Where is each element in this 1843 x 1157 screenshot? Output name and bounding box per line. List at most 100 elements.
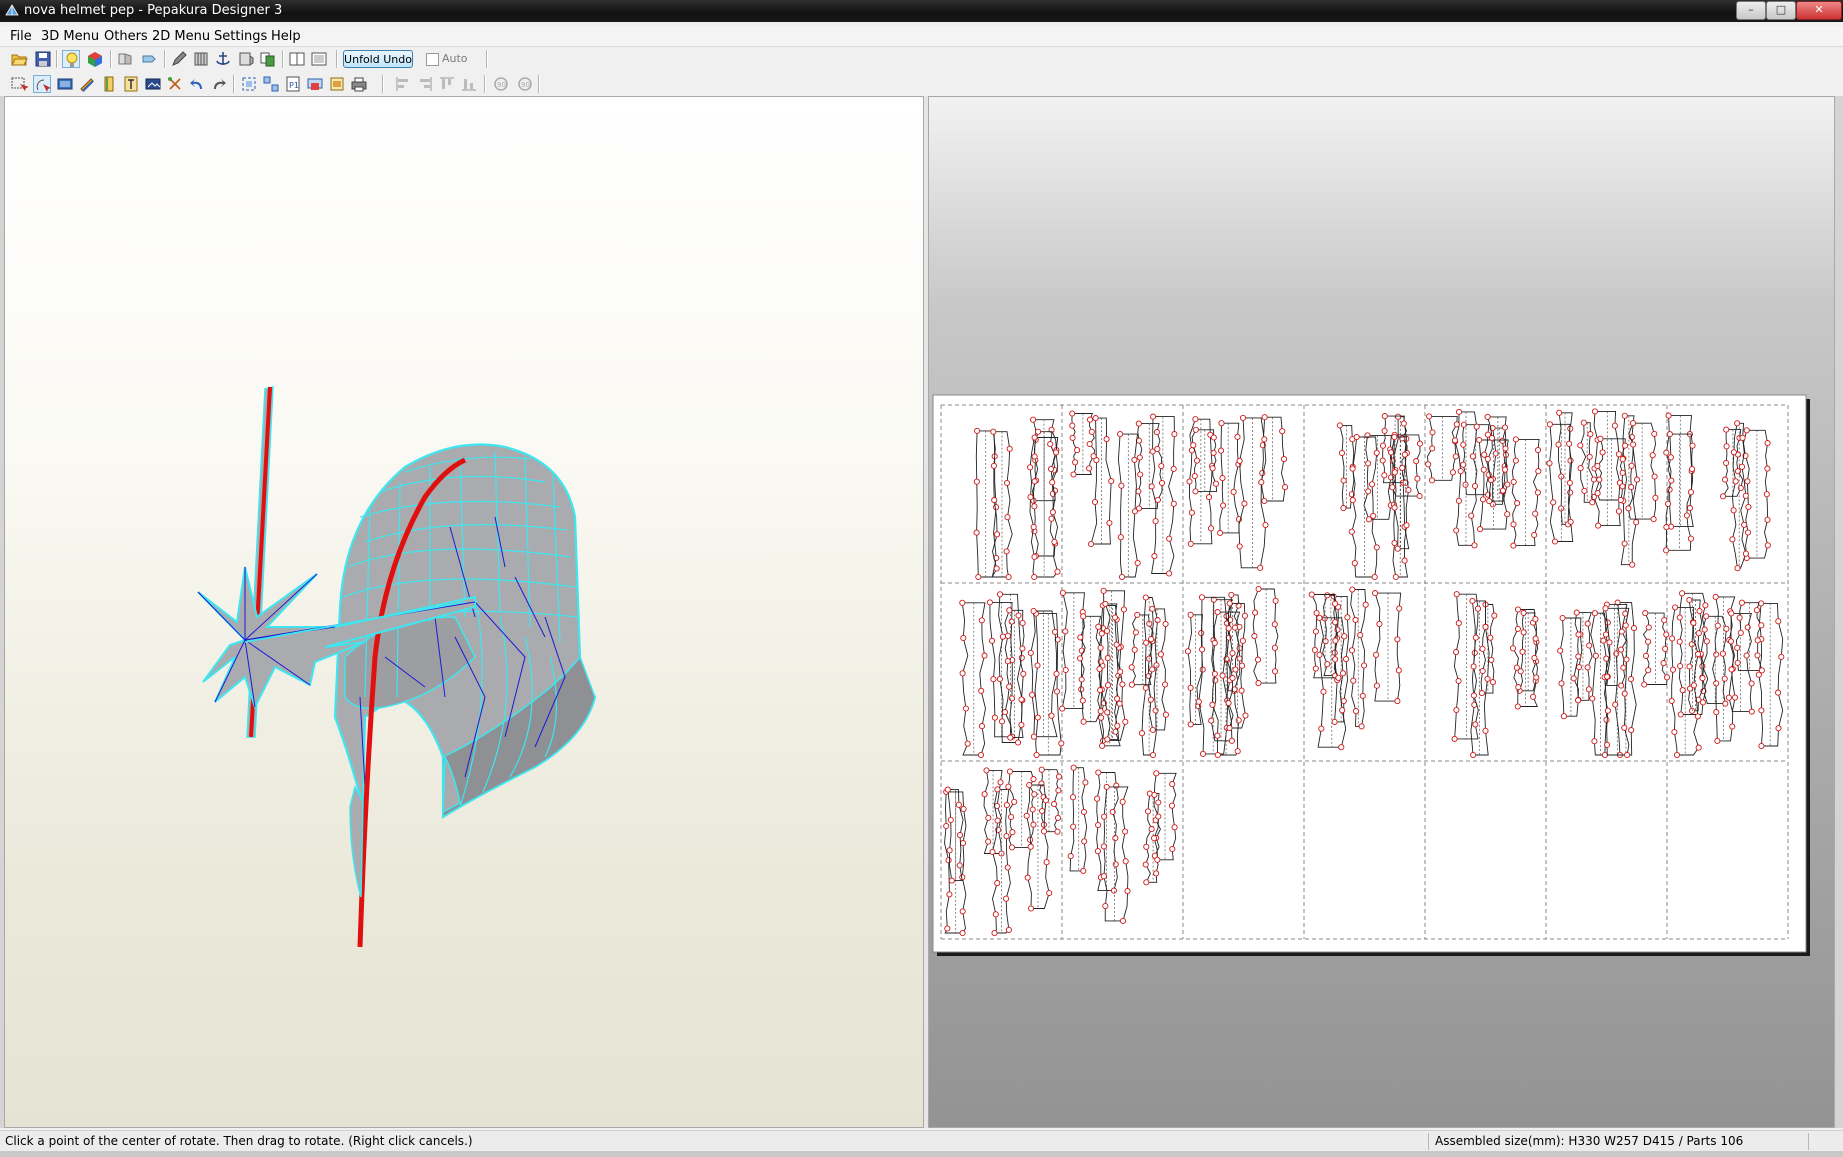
edge-marker	[1217, 447, 1225, 454]
join-icon[interactable]	[192, 50, 210, 68]
page-icon[interactable]: P1	[284, 75, 302, 93]
edge-marker	[1623, 656, 1630, 663]
settings-print-icon[interactable]	[328, 75, 346, 93]
menu-others[interactable]: Others	[104, 29, 148, 44]
image-icon[interactable]	[144, 75, 162, 93]
helmet-3d-model[interactable]	[5, 97, 923, 1127]
3d-view[interactable]	[4, 96, 924, 1128]
print-area-icon[interactable]	[306, 75, 324, 93]
edge-marker	[1080, 613, 1087, 620]
edge-marker	[1414, 475, 1421, 482]
edge-marker	[1048, 515, 1055, 522]
edge-marker	[1714, 622, 1721, 629]
edge-marker	[1090, 453, 1097, 460]
align-center-icon[interactable]	[416, 75, 434, 93]
edge-marker	[1118, 573, 1126, 581]
pencil-icon[interactable]	[170, 50, 188, 68]
menu-settings[interactable]: Settings	[214, 29, 267, 44]
flap-icon[interactable]	[236, 50, 254, 68]
save-icon[interactable]	[34, 50, 52, 68]
texture-cube-icon[interactable]	[86, 50, 104, 68]
single-pane-icon[interactable]	[288, 50, 306, 68]
printer-icon[interactable]	[350, 75, 368, 93]
edge-marker	[1114, 695, 1121, 702]
edge-marker	[1340, 697, 1347, 705]
edge-marker	[1348, 528, 1355, 535]
maximize-button[interactable]: □	[1766, 1, 1796, 20]
minimize-button[interactable]: –	[1736, 1, 1766, 20]
rotate-cw-icon[interactable]: 90	[516, 75, 534, 93]
menu-help[interactable]: Help	[271, 29, 301, 44]
redo-arrow-icon[interactable]	[210, 75, 228, 93]
menu-2d[interactable]: 2D Menu	[152, 29, 210, 44]
edge-marker	[1153, 662, 1160, 669]
edge-marker	[1271, 668, 1279, 675]
flap-toggle-icon[interactable]	[100, 75, 118, 93]
edge-marker	[1067, 853, 1074, 860]
edge-marker	[1689, 442, 1696, 449]
move-icon[interactable]	[56, 75, 74, 93]
edge-marker	[1748, 708, 1755, 715]
layout-icon[interactable]	[258, 50, 276, 68]
unfold-undo-button[interactable]: Unfold Undo	[343, 50, 413, 68]
edge-marker	[986, 599, 993, 606]
edge-marker	[1114, 722, 1121, 729]
edge-marker	[1102, 600, 1109, 607]
edge-marker	[1100, 873, 1107, 880]
edge-marker	[1153, 870, 1160, 877]
edge-marker	[1069, 422, 1076, 429]
refresh-icon[interactable]	[140, 50, 158, 68]
2d-view[interactable]	[928, 96, 1835, 1128]
align-top-icon[interactable]	[438, 75, 456, 93]
edge-marker	[1748, 680, 1755, 687]
select-icon[interactable]	[10, 75, 28, 93]
edge-marker	[956, 832, 964, 839]
edge-marker	[1713, 680, 1720, 687]
edge-marker	[1373, 449, 1380, 456]
edge-marker	[1271, 644, 1278, 651]
edge-marker	[1236, 655, 1243, 662]
edge-marker	[1332, 600, 1339, 607]
edge-marker	[1615, 508, 1622, 515]
fit-icon[interactable]	[240, 75, 258, 93]
edge-marker	[1732, 694, 1739, 701]
edge-marker	[1519, 648, 1526, 655]
edge-marker	[1192, 426, 1199, 433]
edge-marker	[1425, 461, 1432, 468]
toolbar-separator	[336, 50, 337, 68]
edge-marker	[1720, 493, 1727, 500]
rotate-icon[interactable]	[33, 75, 51, 93]
light-bulb-icon[interactable]	[62, 50, 80, 68]
align-left-icon[interactable]	[394, 75, 412, 93]
edge-marker	[1587, 431, 1594, 438]
text-icon[interactable]	[122, 75, 140, 93]
edge-marker	[1117, 431, 1124, 438]
auto-checkbox[interactable]	[426, 53, 439, 66]
menu-3d[interactable]: 3D Menu	[41, 29, 99, 44]
undo-arrow-icon[interactable]	[188, 75, 206, 93]
edge-marker	[1241, 500, 1248, 507]
unfold-icon[interactable]	[116, 50, 134, 68]
rotate-ccw-icon[interactable]: 90	[492, 75, 510, 93]
pen-icon[interactable]	[78, 75, 96, 93]
align-bottom-icon[interactable]	[460, 75, 478, 93]
edge-marker	[1661, 617, 1668, 624]
edge-marker	[1030, 416, 1037, 423]
edge-marker	[1134, 611, 1141, 618]
edge-marker	[1491, 612, 1498, 619]
edge-marker	[1231, 624, 1239, 631]
edge-marker	[1652, 494, 1659, 501]
anchor-icon[interactable]	[214, 50, 232, 68]
split-icon[interactable]	[166, 75, 184, 93]
edge-marker	[1744, 478, 1751, 485]
edge-marker	[1550, 499, 1557, 506]
edge-marker	[974, 427, 981, 434]
edge-marker	[975, 573, 982, 581]
double-pane-icon[interactable]	[310, 50, 328, 68]
arrange-icon[interactable]	[262, 75, 280, 93]
unfolded-sheet[interactable]	[929, 97, 1834, 1127]
open-icon[interactable]	[10, 50, 28, 68]
menu-file[interactable]: File	[10, 29, 32, 44]
edge-marker	[1642, 652, 1650, 659]
close-button[interactable]: ✕	[1796, 1, 1842, 20]
